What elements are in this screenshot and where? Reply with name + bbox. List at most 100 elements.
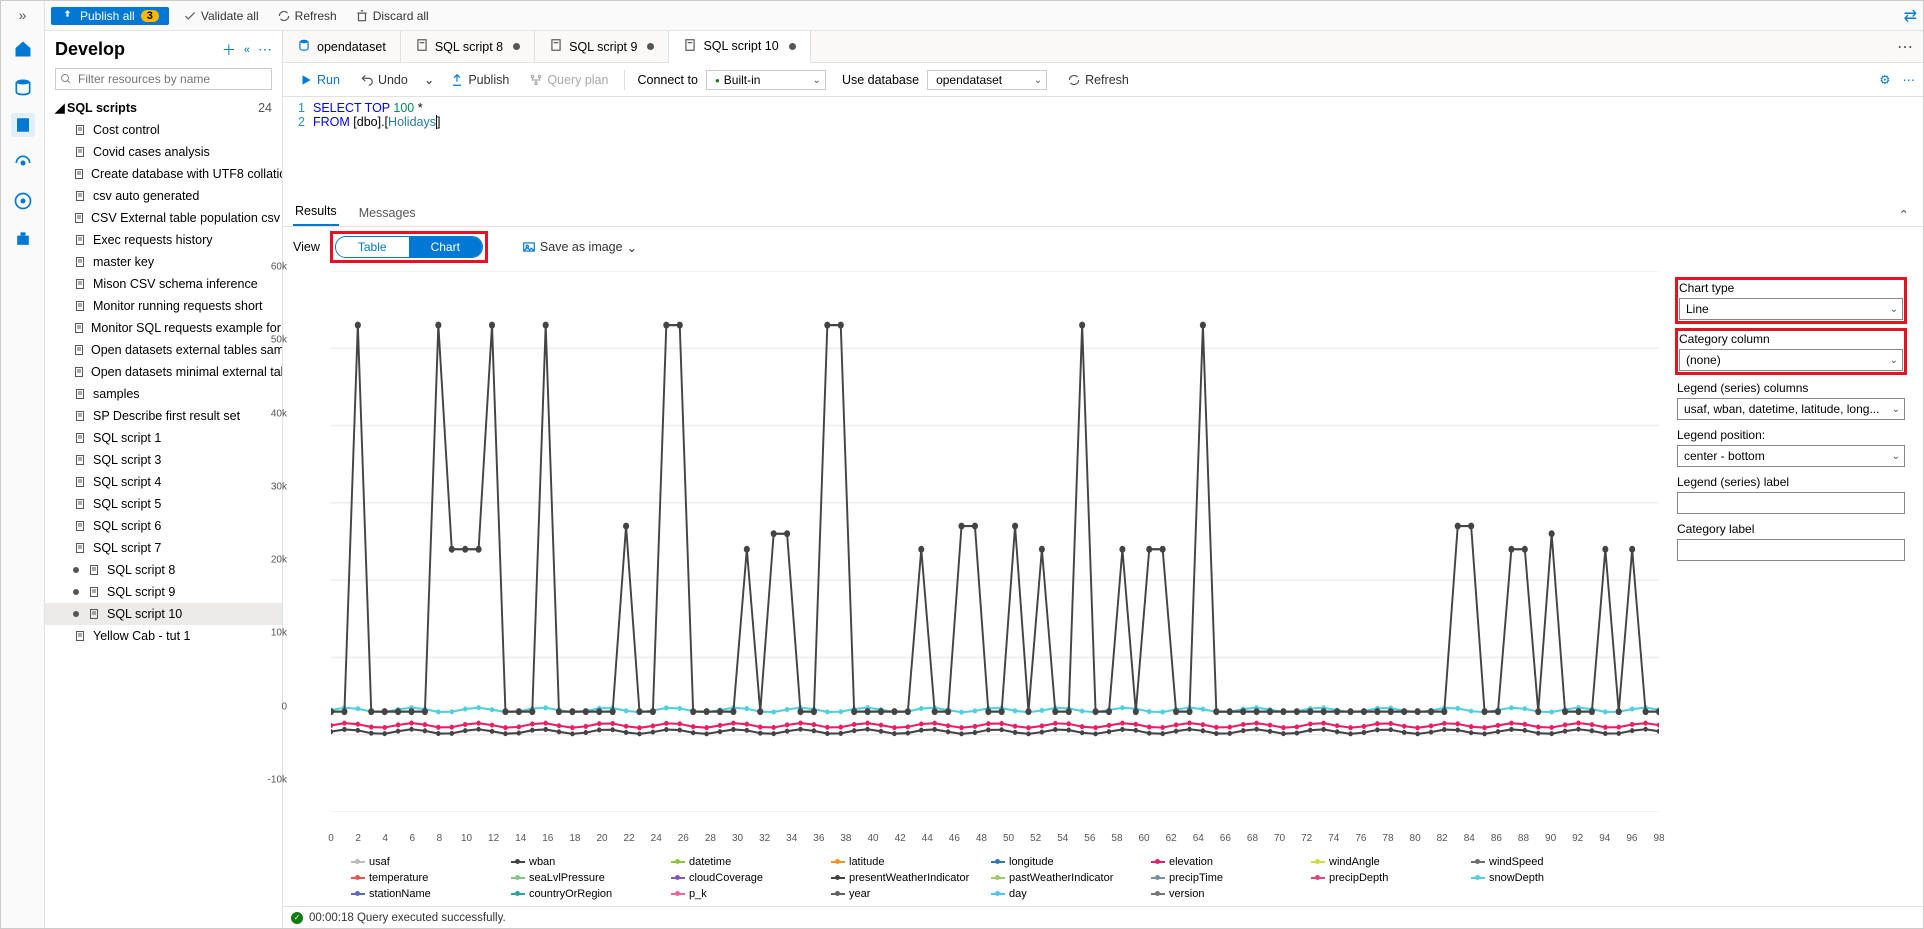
tree-item[interactable]: SQL script 5 [45, 493, 282, 515]
use-db-select[interactable]: opendataset⌄ [927, 70, 1047, 90]
legend-item: year [831, 888, 971, 900]
refresh-query-button[interactable]: Refresh [1059, 70, 1137, 90]
tree-item-label: samples [93, 387, 140, 401]
toolbar-settings-icon[interactable]: ⚙ [1879, 72, 1890, 87]
tree-item[interactable]: Monitor SQL requests example for r... [45, 317, 282, 339]
table-toggle[interactable]: Table [336, 237, 409, 257]
results-tab[interactable]: Results [293, 198, 339, 226]
x-tick-label: 40 [867, 833, 878, 844]
collapse-tree-icon[interactable]: « [244, 44, 250, 56]
undo-chevron-icon[interactable]: ⌄ [420, 69, 438, 90]
legend-label: p_k [689, 888, 707, 900]
develop-icon[interactable] [11, 113, 35, 137]
tree-item[interactable]: SQL script 1 [45, 427, 282, 449]
home-icon[interactable] [11, 37, 35, 61]
tab-label: SQL script 8 [435, 40, 503, 54]
add-resource-icon[interactable]: ＋ [222, 40, 236, 60]
editor-tab[interactable]: SQL script 8 [401, 31, 535, 62]
sql-file-icon [73, 211, 85, 225]
legend-swatch [351, 877, 365, 879]
legend-label: elevation [1169, 856, 1213, 868]
tree-item[interactable]: Monitor running requests short [45, 295, 282, 317]
tree-item[interactable]: Mison CSV schema inference [45, 273, 282, 295]
x-tick-label: 78 [1382, 833, 1393, 844]
tree-item[interactable]: CSV External table population csv [45, 207, 282, 229]
tree-item[interactable]: samples [45, 383, 282, 405]
chevron-down-icon: ⌄ [813, 75, 821, 86]
sql-editor[interactable]: 12 SELECT TOP 100 *FROM [dbo].[Holidays] [283, 97, 1923, 197]
x-tick-label: 18 [569, 833, 580, 844]
tree-item[interactable]: SQL script 7 [45, 537, 282, 559]
legend-item: p_k [671, 888, 811, 900]
tree-item[interactable]: SQL script 3 [45, 449, 282, 471]
tree-item[interactable]: Open datasets external tables sample [45, 339, 282, 361]
tree-item[interactable]: Create database with UTF8 collation [45, 163, 282, 185]
tree-item[interactable]: SQL script 8 [45, 559, 282, 581]
tree-item[interactable]: csv auto generated [45, 185, 282, 207]
connect-to-select[interactable]: Built-in⌄ [706, 70, 826, 90]
filter-input[interactable] [55, 68, 272, 90]
collapse-results-icon[interactable]: ⌃ [1895, 203, 1913, 226]
tree-item[interactable]: SQL script 9 [45, 581, 282, 603]
query-plan-button: Query plan [521, 70, 616, 90]
chevron-down-icon: ⌄ [1892, 451, 1900, 462]
legend-label: presentWeatherIndicator [849, 872, 969, 884]
legend-swatch [1311, 877, 1325, 879]
publish-all-button[interactable]: Publish all 3 [51, 7, 169, 25]
tabs-more-icon[interactable]: ⋯ [1887, 31, 1923, 62]
legend-label-input[interactable] [1677, 492, 1905, 514]
sidebar-more-icon[interactable]: ⋯ [258, 41, 272, 58]
x-tick-label: 8 [437, 833, 443, 844]
discard-all-button[interactable]: Discard all [351, 7, 433, 25]
monitor-icon[interactable] [11, 189, 35, 213]
legend-item: longitude [991, 856, 1131, 868]
tree-item[interactable]: Cost control [45, 119, 282, 141]
chart-type-select[interactable]: Line⌄ [1679, 298, 1903, 320]
data-icon[interactable] [11, 75, 35, 99]
x-tick-label: 24 [651, 833, 662, 844]
tree-item[interactable]: SQL script 10 [45, 603, 282, 625]
x-tick-label: 50 [1003, 833, 1014, 844]
tree-item[interactable]: Open datasets minimal external tabl... [45, 361, 282, 383]
manage-icon[interactable] [11, 227, 35, 251]
chevron-down-icon: ⌄ [1892, 404, 1900, 415]
tree-item[interactable]: SQL script 6 [45, 515, 282, 537]
x-tick-label: 52 [1030, 833, 1041, 844]
save-as-image-button[interactable]: Save as image ⌄ [514, 237, 645, 258]
chart-options-panel: Chart type Line⌄ Category column (none)⌄… [1669, 267, 1923, 906]
top-settings-icon[interactable]: ⇄ [1904, 6, 1917, 26]
tree-item[interactable]: Yellow Cab - tut 1 [45, 625, 282, 647]
tree-item[interactable]: SP Describe first result set [45, 405, 282, 427]
chart-toggle[interactable]: Chart [409, 237, 482, 257]
tree-item-label: SQL script 5 [93, 497, 161, 511]
y-tick-label: 50k [271, 335, 291, 346]
tree-item[interactable]: Covid cases analysis [45, 141, 282, 163]
legend-swatch [831, 877, 845, 879]
legend-item: pastWeatherIndicator [991, 872, 1131, 884]
run-button[interactable]: Run [291, 70, 348, 90]
undo-button[interactable]: Undo [352, 70, 416, 90]
tab-label: SQL script 10 [703, 39, 778, 53]
editor-tab[interactable]: opendataset [283, 31, 401, 62]
sql-file-icon [73, 299, 87, 313]
category-column-select[interactable]: (none)⌄ [1679, 349, 1903, 371]
sql-scripts-group[interactable]: ◢ SQL scripts 24 [45, 96, 282, 119]
connect-to-label: Connect to [637, 73, 697, 87]
expand-rail-icon[interactable]: » [19, 7, 27, 23]
refresh-top-button[interactable]: Refresh [273, 7, 341, 25]
editor-tab[interactable]: SQL script 10 [669, 31, 810, 63]
toolbar-more-icon[interactable]: ⋯ [1903, 72, 1916, 87]
tree-item[interactable]: Exec requests history [45, 229, 282, 251]
validate-all-button[interactable]: Validate all [179, 7, 263, 25]
messages-tab[interactable]: Messages [357, 200, 418, 226]
integrate-icon[interactable] [11, 151, 35, 175]
tree-item[interactable]: master key [45, 251, 282, 273]
legend-position-select[interactable]: center - bottom⌄ [1677, 445, 1905, 467]
publish-button[interactable]: Publish [442, 70, 517, 90]
category-label-input[interactable] [1677, 539, 1905, 561]
legend-columns-select[interactable]: usaf, wban, datetime, latitude, long...⌄ [1677, 398, 1905, 420]
line-chart [331, 271, 1659, 812]
editor-tab[interactable]: SQL script 9 [535, 31, 669, 62]
tree-item[interactable]: SQL script 4 [45, 471, 282, 493]
y-tick-label: 10k [271, 628, 291, 639]
